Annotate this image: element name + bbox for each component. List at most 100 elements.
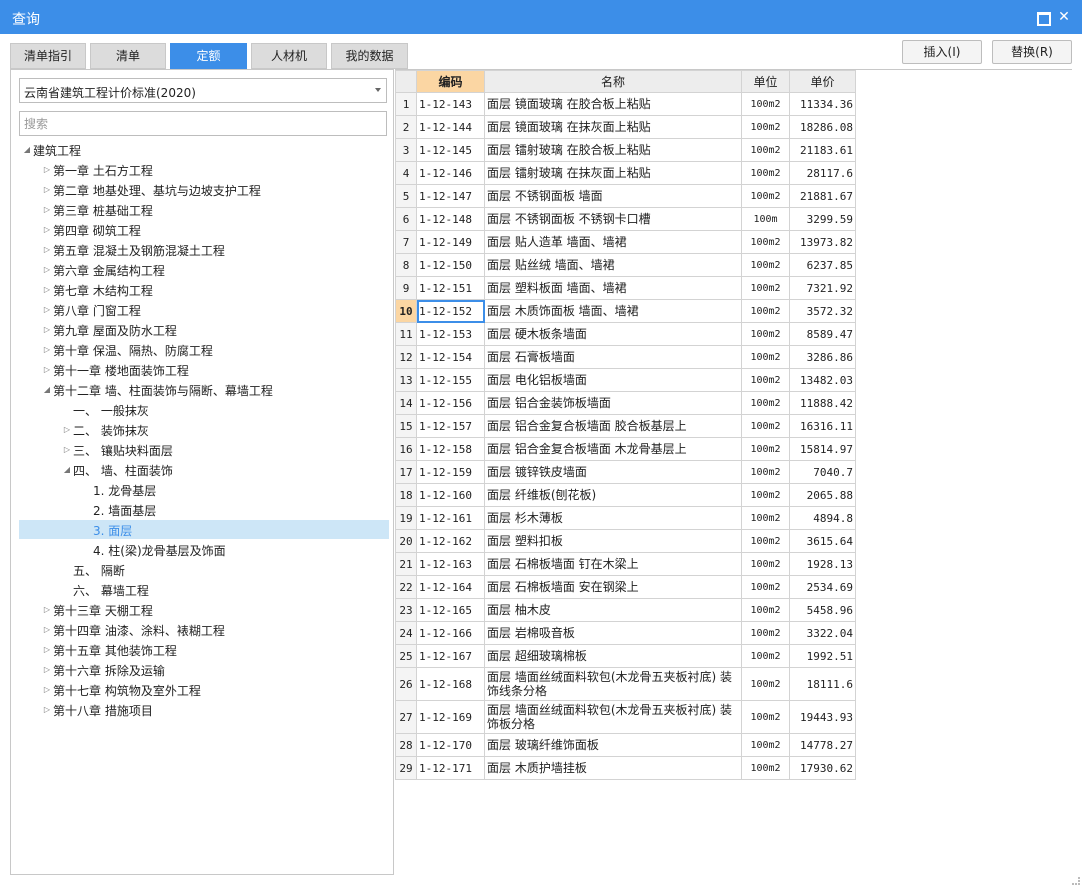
name-cell[interactable]: 面层 电化铝板墙面 — [484, 368, 742, 392]
unit-cell[interactable]: 100m2 — [741, 391, 790, 415]
tree-node[interactable]: 五、 隔断 — [11, 560, 393, 579]
row-number-cell[interactable]: 6 — [395, 207, 417, 231]
unit-cell[interactable]: 100m2 — [741, 138, 790, 162]
table-row[interactable]: 26 1-12-168 面层 墙面丝绒面料软包(木龙骨五夹板衬底) 装饰线条分格 10… — [395, 667, 856, 701]
replace-button[interactable]: 替换(R) — [992, 40, 1072, 64]
unit-cell[interactable]: 100m — [741, 207, 790, 231]
price-cell[interactable]: 19443.93 — [789, 700, 856, 734]
price-cell[interactable]: 3322.04 — [789, 621, 856, 645]
unit-cell[interactable]: 100m2 — [741, 598, 790, 622]
price-cell[interactable]: 5458.96 — [789, 598, 856, 622]
unit-column-header[interactable]: 单位 — [741, 70, 790, 93]
name-cell[interactable]: 面层 镭射玻璃 在胶合板上粘贴 — [484, 138, 742, 162]
code-cell[interactable]: 1-12-157 — [416, 414, 485, 438]
name-cell[interactable]: 面层 超细玻璃棉板 — [484, 644, 742, 668]
code-cell[interactable]: 1-12-158 — [416, 437, 485, 461]
tree-node[interactable]: ▷ 第十三章 天棚工程 — [11, 600, 393, 619]
code-cell[interactable]: 1-12-169 — [416, 700, 485, 734]
name-cell[interactable]: 面层 石棉板墙面 安在钢梁上 — [484, 575, 742, 599]
table-row[interactable]: 17 1-12-159 面层 镀锌铁皮墙面 100m2 7040.7 — [395, 460, 856, 484]
code-cell[interactable]: 1-12-147 — [416, 184, 485, 208]
table-row[interactable]: 6 1-12-148 面层 不锈钢面板 不锈钢卡口槽 100m 3299.59 — [395, 207, 856, 231]
price-cell[interactable]: 7040.7 — [789, 460, 856, 484]
unit-cell[interactable]: 100m2 — [741, 368, 790, 392]
unit-cell[interactable]: 100m2 — [741, 253, 790, 277]
row-number-cell[interactable]: 9 — [395, 276, 417, 300]
expand-arrow-icon[interactable]: ▷ — [41, 360, 53, 379]
price-cell[interactable]: 18111.6 — [789, 667, 856, 701]
code-cell[interactable]: 1-12-154 — [416, 345, 485, 369]
row-number-cell[interactable]: 16 — [395, 437, 417, 461]
table-row[interactable]: 1 1-12-143 面层 镜面玻璃 在胶合板上粘贴 100m2 11334.36 — [395, 92, 856, 116]
unit-cell[interactable]: 100m2 — [741, 345, 790, 369]
expand-arrow-icon[interactable]: ▷ — [41, 200, 53, 219]
row-number-cell[interactable]: 15 — [395, 414, 417, 438]
price-cell[interactable]: 3572.32 — [789, 299, 856, 323]
unit-cell[interactable]: 100m2 — [741, 276, 790, 300]
price-cell[interactable]: 13482.03 — [789, 368, 856, 392]
table-row[interactable]: 24 1-12-166 面层 岩棉吸音板 100m2 3322.04 — [395, 621, 856, 645]
code-cell[interactable]: 1-12-156 — [416, 391, 485, 415]
name-cell[interactable]: 面层 铝合金复合板墙面 木龙骨基层上 — [484, 437, 742, 461]
tree-node[interactable]: ▷ 第十四章 油漆、涂料、裱糊工程 — [11, 620, 393, 639]
tree-node[interactable]: 4. 柱(梁)龙骨基层及饰面 — [11, 540, 393, 559]
row-number-cell[interactable]: 18 — [395, 483, 417, 507]
name-cell[interactable]: 面层 铝合金装饰板墙面 — [484, 391, 742, 415]
expand-arrow-icon[interactable]: ▷ — [41, 300, 53, 319]
tree-node[interactable]: ▷ 第二章 地基处理、基坑与边坡支护工程 — [11, 180, 393, 199]
table-row[interactable]: 19 1-12-161 面层 杉木薄板 100m2 4894.8 — [395, 506, 856, 530]
unit-cell[interactable]: 100m2 — [741, 506, 790, 530]
collapse-arrow-icon[interactable]: ◢ — [41, 380, 53, 399]
tree-node[interactable]: ▷ 第十一章 楼地面装饰工程 — [11, 360, 393, 379]
name-column-header[interactable]: 名称 — [484, 70, 742, 93]
table-row[interactable]: 5 1-12-147 面层 不锈钢面板 墙面 100m2 21881.67 — [395, 184, 856, 208]
row-number-cell[interactable]: 28 — [395, 733, 417, 757]
price-cell[interactable]: 21881.67 — [789, 184, 856, 208]
unit-cell[interactable]: 100m2 — [741, 460, 790, 484]
code-cell[interactable]: 1-12-168 — [416, 667, 485, 701]
unit-cell[interactable]: 100m2 — [741, 92, 790, 116]
price-cell[interactable]: 16316.11 — [789, 414, 856, 438]
table-row[interactable]: 13 1-12-155 面层 电化铝板墙面 100m2 13482.03 — [395, 368, 856, 392]
row-number-cell[interactable]: 26 — [395, 667, 417, 701]
expand-arrow-icon[interactable]: ▷ — [41, 340, 53, 359]
code-cell[interactable]: 1-12-144 — [416, 115, 485, 139]
tree-node[interactable]: ▷ 第十八章 措施项目 — [11, 700, 393, 719]
unit-cell[interactable]: 100m2 — [741, 700, 790, 734]
expand-arrow-icon[interactable]: ▷ — [41, 700, 53, 719]
code-cell[interactable]: 1-12-152 — [416, 299, 485, 323]
tree-node[interactable]: ▷ 第一章 土石方工程 — [11, 160, 393, 179]
tree-node[interactable]: 1. 龙骨基层 — [11, 480, 393, 499]
price-column-header[interactable]: 单价 — [789, 70, 856, 93]
table-row[interactable]: 25 1-12-167 面层 超细玻璃棉板 100m2 1992.51 — [395, 644, 856, 668]
unit-cell[interactable]: 100m2 — [741, 483, 790, 507]
name-cell[interactable]: 面层 木质护墙挂板 — [484, 756, 742, 780]
tree-node[interactable]: ◢ 第十二章 墙、柱面装饰与隔断、幕墙工程 — [11, 380, 393, 399]
code-cell[interactable]: 1-12-164 — [416, 575, 485, 599]
row-number-cell[interactable]: 7 — [395, 230, 417, 254]
expand-arrow-icon[interactable]: ▷ — [61, 440, 73, 459]
unit-cell[interactable]: 100m2 — [741, 644, 790, 668]
table-row[interactable]: 20 1-12-162 面层 塑料扣板 100m2 3615.64 — [395, 529, 856, 553]
code-cell[interactable]: 1-12-143 — [416, 92, 485, 116]
table-row[interactable]: 29 1-12-171 面层 木质护墙挂板 100m2 17930.62 — [395, 756, 856, 780]
table-row[interactable]: 3 1-12-145 面层 镭射玻璃 在胶合板上粘贴 100m2 21183.61 — [395, 138, 856, 162]
name-cell[interactable]: 面层 镜面玻璃 在抹灰面上粘贴 — [484, 115, 742, 139]
row-number-cell[interactable]: 11 — [395, 322, 417, 346]
row-number-cell[interactable]: 10 — [395, 299, 417, 323]
tree-node[interactable]: 3. 面层 — [19, 520, 389, 539]
price-cell[interactable]: 11888.42 — [789, 391, 856, 415]
unit-cell[interactable]: 100m2 — [741, 575, 790, 599]
unit-cell[interactable]: 100m2 — [741, 322, 790, 346]
expand-arrow-icon[interactable]: ▷ — [41, 600, 53, 619]
row-number-cell[interactable]: 17 — [395, 460, 417, 484]
expand-arrow-icon[interactable]: ▷ — [41, 660, 53, 679]
expand-arrow-icon[interactable]: ▷ — [41, 640, 53, 659]
row-number-cell[interactable]: 13 — [395, 368, 417, 392]
tree-node[interactable]: ▷ 第三章 桩基础工程 — [11, 200, 393, 219]
code-cell[interactable]: 1-12-159 — [416, 460, 485, 484]
tree-node[interactable]: ▷ 第五章 混凝土及钢筋混凝土工程 — [11, 240, 393, 259]
row-number-cell[interactable]: 27 — [395, 700, 417, 734]
row-number-cell[interactable]: 24 — [395, 621, 417, 645]
table-row[interactable]: 15 1-12-157 面层 铝合金复合板墙面 胶合板基层上 100m2 16316.1… — [395, 414, 856, 438]
